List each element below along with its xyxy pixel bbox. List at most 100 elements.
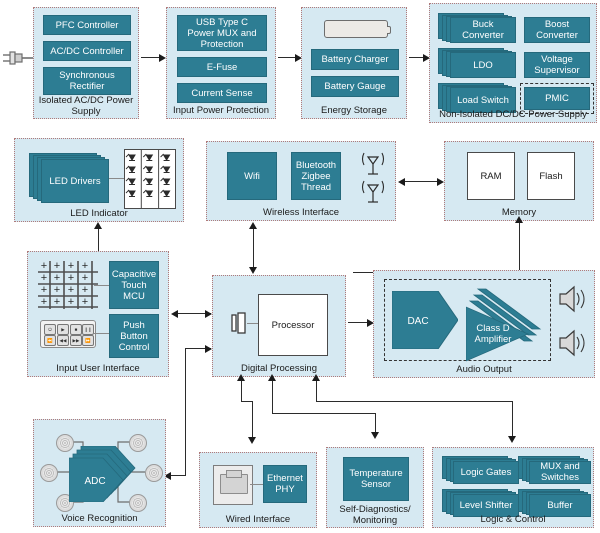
block-processor-label: Processor xyxy=(271,319,315,331)
connector-inputui-to-ledindicator xyxy=(98,228,100,252)
block-logic-gates[interactable]: Logic Gates xyxy=(442,456,520,484)
panel-title-self-diagnostics-line1: Self-Diagnostics/ xyxy=(339,504,411,515)
ac-plug-icon xyxy=(3,51,35,65)
button-pad-key-fastforward[interactable]: ⏩ xyxy=(82,335,94,346)
svg-text:+: + xyxy=(82,272,88,284)
panel-digital-processing: Processor Digital Processing xyxy=(212,275,346,377)
block-battery-charger[interactable]: Battery Charger xyxy=(311,49,399,70)
arrowhead-acdc-to-protection xyxy=(159,53,166,62)
block-mux-and-switches[interactable]: MUX and Switches xyxy=(518,456,592,484)
block-buck-converter-label-2: Converter xyxy=(462,30,504,41)
block-usb-type-c-label-3: Protection xyxy=(200,38,244,50)
arrowhead-wired-to-processing xyxy=(237,374,246,381)
connector-buttonpad-to-control xyxy=(94,333,110,335)
svg-text:+: + xyxy=(68,261,74,272)
block-e-fuse[interactable]: E-Fuse xyxy=(177,57,267,77)
block-buck-converter[interactable]: Buck Converter xyxy=(438,13,518,43)
block-current-sense-label: Current Sense xyxy=(191,87,253,99)
block-pmic[interactable]: PMIC xyxy=(524,87,590,110)
connector-wireless-to-processing xyxy=(253,228,255,270)
block-buffer-label: Buffer xyxy=(547,499,573,511)
panel-title-energy-storage: Energy Storage xyxy=(320,105,387,116)
arrowhead-voice-to-processing xyxy=(205,344,212,353)
button-pad-key-power[interactable]: ⏻ xyxy=(44,324,56,335)
block-boost-converter[interactable]: Boost Converter xyxy=(524,17,590,43)
block-boost-converter-label-1: Boost xyxy=(544,19,570,30)
arrowhead-processing-to-diag xyxy=(371,432,380,439)
block-wifi-label: Wifi xyxy=(244,170,260,182)
block-acdc-controller-label: AC/DC Controller xyxy=(50,45,124,57)
connector-voice-to-processing-v xyxy=(185,348,187,476)
block-voltage-supervisor-label-2: Supervisor xyxy=(534,65,580,76)
block-ethernet-phy-label-1: Ethernet xyxy=(267,473,303,484)
block-battery-gauge-label: Battery Gauge xyxy=(324,81,386,92)
block-push-button-label-1: Push xyxy=(123,319,145,331)
block-adc[interactable]: ADC xyxy=(69,446,141,502)
block-battery-gauge[interactable]: Battery Gauge xyxy=(311,76,399,97)
block-push-button-control[interactable]: Push Button Control xyxy=(109,314,159,358)
block-class-d-amplifier-label-2: Amplifier xyxy=(475,334,512,345)
arrowhead-wireless-to-processing xyxy=(249,267,258,274)
arrowhead-processing-to-memory xyxy=(515,216,524,223)
block-dac-label: DAC xyxy=(407,316,428,327)
block-acdc-controller[interactable]: AC/DC Controller xyxy=(43,41,131,61)
microphone-icon xyxy=(145,464,163,482)
block-e-fuse-label: E-Fuse xyxy=(206,61,238,73)
panel-title-isolated-acdc-line2: Supply xyxy=(71,106,101,117)
svg-text:+: + xyxy=(54,261,60,272)
panel-title-voice-recognition: Voice Recognition xyxy=(61,513,138,524)
button-pad-key-play[interactable]: ▶ xyxy=(57,324,69,335)
block-voltage-supervisor[interactable]: Voltage Supervisor xyxy=(524,52,590,78)
panel-title-self-diagnostics-line2: Monitoring xyxy=(352,515,398,526)
block-processor[interactable]: Processor xyxy=(258,294,328,356)
arrowhead-processing-to-wired xyxy=(248,437,257,444)
connector-processing-to-memory-v xyxy=(519,222,521,274)
block-push-button-label-3: Control xyxy=(118,341,150,353)
block-ram-label: RAM xyxy=(480,170,502,182)
rj45-jack-icon xyxy=(213,465,253,505)
block-level-shifter[interactable]: Level Shifter xyxy=(442,489,520,517)
block-bluetooth-zigbee-thread[interactable]: Bluetooth Zigbee Thread xyxy=(291,152,341,200)
block-wifi[interactable]: Wifi xyxy=(227,152,277,200)
button-pad-key-prev[interactable]: ◀◀ xyxy=(57,335,69,346)
svg-text:+: + xyxy=(54,296,60,308)
block-cap-touch-label-3: MCU xyxy=(123,290,145,302)
block-load-switch-label: Load Switch xyxy=(457,94,509,106)
led-matrix-icon xyxy=(124,149,176,209)
block-cap-touch-label-1: Capacitive xyxy=(111,268,157,280)
svg-text:+: + xyxy=(82,284,88,296)
arrowhead-processing-to-inputui xyxy=(171,309,178,318)
antenna-icon xyxy=(361,152,385,175)
svg-text:+: + xyxy=(54,284,60,296)
block-class-d-amplifier[interactable]: Class D Amplifier xyxy=(466,281,548,363)
block-flash[interactable]: Flash xyxy=(527,152,575,200)
panel-led-indicator: LED Drivers LED Indicator xyxy=(14,138,184,222)
svg-text:+: + xyxy=(41,261,47,272)
block-ldo[interactable]: LDO xyxy=(438,48,518,78)
block-capacitive-touch-mcu[interactable]: Capacitive Touch MCU xyxy=(109,261,159,309)
block-bt-label-2: Zigbee xyxy=(301,170,331,182)
block-dac[interactable]: DAC xyxy=(392,291,458,349)
block-buffer[interactable]: Buffer xyxy=(518,489,592,517)
connector-leddrivers-to-matrix xyxy=(109,178,125,180)
panel-title-wireless-interface: Wireless Interface xyxy=(262,207,340,218)
block-synchronous-rectifier[interactable]: Synchronous Rectifier xyxy=(43,67,131,95)
panel-isolated-acdc-power-supply: PFC Controller AC/DC Controller Synchron… xyxy=(33,7,139,119)
button-pad-key-next[interactable]: ▶▶ xyxy=(70,335,82,346)
button-pad-key-pause[interactable]: ❙❙ xyxy=(82,324,94,335)
panel-input-user-interface: + + + + + + + + + + + + + + + + Capacitive Touch MCU… xyxy=(27,251,169,377)
block-led-drivers[interactable]: LED Drivers xyxy=(29,153,109,205)
block-ethernet-phy[interactable]: Ethernet PHY xyxy=(263,465,307,503)
block-adc-label: ADC xyxy=(84,476,105,487)
button-pad-key-rewind[interactable]: ⏪ xyxy=(44,335,56,346)
block-ldo-label: LDO xyxy=(473,59,493,71)
block-pfc-controller[interactable]: PFC Controller xyxy=(43,15,131,35)
block-ram[interactable]: RAM xyxy=(467,152,515,200)
svg-text:+: + xyxy=(68,284,74,296)
block-usb-type-c-power-mux[interactable]: USB Type C Power MUX and Protection xyxy=(177,15,267,51)
button-pad-key-stop[interactable]: ■ xyxy=(70,324,82,335)
panel-title-input-power-protection: Input Power Protection xyxy=(172,105,270,116)
block-current-sense[interactable]: Current Sense xyxy=(177,83,267,103)
svg-text:+: + xyxy=(82,296,88,308)
block-temperature-sensor[interactable]: Temperature Sensor xyxy=(343,457,409,501)
